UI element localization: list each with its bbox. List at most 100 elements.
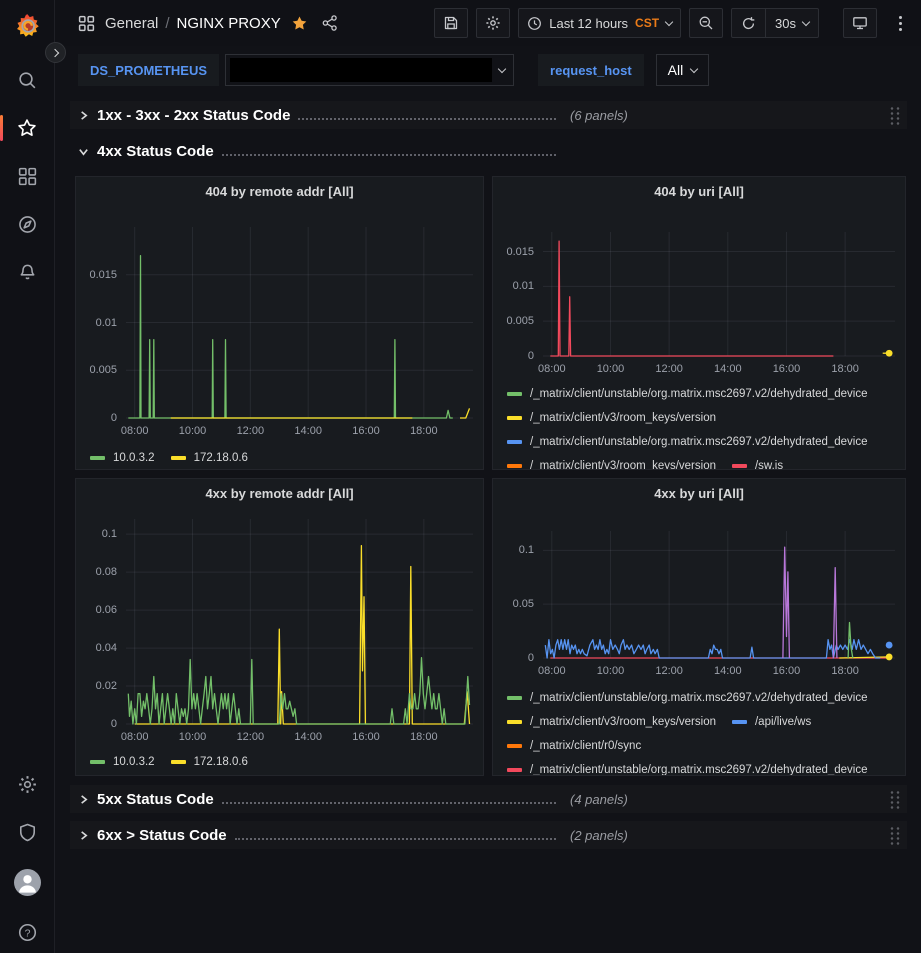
legend-item[interactable]: /api/live/ws bbox=[732, 713, 811, 730]
panel-title[interactable]: 4xx by remote addr [All] bbox=[76, 479, 483, 507]
row-title: 6xx > Status Code bbox=[97, 827, 227, 844]
sidebar-expand-button[interactable] bbox=[45, 42, 66, 63]
star-icon bbox=[16, 117, 38, 139]
legend-item[interactable]: 10.0.3.2 bbox=[90, 449, 155, 466]
refresh-interval-picker[interactable]: 30s bbox=[765, 9, 818, 37]
timezone-label: CST bbox=[635, 16, 659, 30]
legend-swatch bbox=[507, 720, 522, 724]
legend-label: /sw.js bbox=[755, 460, 783, 470]
sidebar-item-configuration[interactable] bbox=[7, 769, 47, 799]
chevron-right-icon bbox=[50, 48, 58, 56]
top-navbar: General / NGINX PROXY bbox=[55, 0, 921, 46]
sidebar-item-search[interactable] bbox=[7, 65, 47, 95]
panel-4xx-by-uri: 4xx by uri [All] 00.050.108:0010:0012:00… bbox=[492, 478, 906, 776]
legend-item[interactable]: /_matrix/client/unstable/org.matrix.msc2… bbox=[507, 761, 868, 775]
y-axis-tick-label: 0.05 bbox=[493, 598, 534, 610]
legend-swatch bbox=[171, 760, 186, 764]
legend-item[interactable]: /_matrix/client/v3/room_keys/version bbox=[507, 457, 716, 469]
row-drag-handle[interactable] bbox=[889, 790, 901, 809]
legend-item[interactable]: 172.18.0.6 bbox=[171, 753, 248, 770]
sidebar-item-explore[interactable] bbox=[7, 209, 47, 239]
legend-item[interactable]: /_matrix/client/v3/room_keys/version bbox=[507, 409, 716, 426]
row-header-5xx[interactable]: 5xx Status Code (4 panels) bbox=[70, 785, 907, 813]
sidebar-item-starred[interactable] bbox=[7, 113, 47, 143]
gear-icon bbox=[485, 15, 501, 31]
row-panel-count: (6 panels) bbox=[570, 108, 628, 123]
sidebar-item-server-admin[interactable] bbox=[7, 817, 47, 847]
sidebar-item-alerting[interactable] bbox=[7, 257, 47, 287]
y-axis-tick-label: 0 bbox=[493, 350, 534, 362]
chevron-down-icon bbox=[802, 17, 810, 25]
zoom-out-time-button[interactable] bbox=[689, 8, 723, 38]
more-options-kebab-button[interactable] bbox=[891, 8, 909, 38]
panel-chart[interactable]: 00.0050.010.01508:0010:0012:0014:0016:00… bbox=[493, 205, 905, 379]
panel-legend: /_matrix/client/unstable/org.matrix.msc2… bbox=[493, 379, 905, 469]
legend-label: /api/live/ws bbox=[755, 716, 811, 728]
row-panel-count: (4 panels) bbox=[570, 792, 628, 807]
breadcrumb-dashboard-title[interactable]: NGINX PROXY bbox=[177, 15, 281, 32]
legend-item[interactable]: 172.18.0.6 bbox=[171, 449, 248, 466]
legend-item[interactable]: /_matrix/client/v3/room_keys/version bbox=[507, 713, 716, 730]
row-dotted-leader bbox=[222, 802, 556, 804]
variable-value-label: All bbox=[668, 62, 684, 78]
variable-value-dropdown-request-host[interactable]: All bbox=[656, 54, 710, 86]
chevron-down-icon bbox=[690, 64, 698, 72]
chevron-right-icon bbox=[78, 110, 89, 121]
dashboard-settings-button[interactable] bbox=[476, 8, 510, 38]
row-header-1xx-3xx-2xx[interactable]: 1xx - 3xx - 2xx Status Code (6 panels) bbox=[70, 101, 907, 129]
monitor-icon bbox=[852, 15, 868, 31]
share-button[interactable] bbox=[322, 15, 338, 31]
panel-chart[interactable]: 00.0050.010.01508:0010:0012:0014:0016:00… bbox=[76, 205, 483, 443]
variable-value-dropdown-ds[interactable] bbox=[225, 54, 514, 86]
refresh-icon bbox=[741, 16, 756, 31]
legend-label: /_matrix/client/v3/room_keys/version bbox=[530, 716, 716, 728]
dashboards-grid-icon bbox=[17, 166, 38, 187]
y-axis-tick-label: 0 bbox=[76, 412, 117, 424]
zoom-out-icon bbox=[698, 15, 714, 31]
legend-item[interactable]: /sw.js bbox=[732, 457, 783, 469]
sidebar-item-profile[interactable] bbox=[7, 867, 47, 897]
y-axis-tick-label: 0.015 bbox=[76, 269, 117, 281]
panel-title[interactable]: 4xx by uri [All] bbox=[493, 479, 905, 507]
refresh-dashboard-button[interactable] bbox=[732, 9, 765, 37]
save-dashboard-button[interactable] bbox=[434, 8, 468, 38]
favorite-star-button[interactable] bbox=[291, 15, 308, 32]
x-axis-tick-label: 12:00 bbox=[225, 425, 275, 437]
y-axis-tick-label: 0.1 bbox=[493, 544, 534, 556]
legend-item[interactable]: /_matrix/client/unstable/org.matrix.msc2… bbox=[507, 433, 868, 450]
x-axis-tick-label: 08:00 bbox=[527, 665, 577, 677]
legend-item[interactable]: /_matrix/client/unstable/org.matrix.msc2… bbox=[507, 385, 868, 402]
legend-item[interactable]: /_matrix/client/r0/sync bbox=[507, 737, 641, 754]
x-axis-tick-label: 14:00 bbox=[703, 665, 753, 677]
legend-label: /_matrix/client/unstable/org.matrix.msc2… bbox=[530, 388, 868, 400]
panel-title[interactable]: 404 by uri [All] bbox=[493, 177, 905, 205]
legend-item[interactable]: /_matrix/client/unstable/org.matrix.msc2… bbox=[507, 689, 868, 706]
panel-chart[interactable]: 00.050.108:0010:0012:0014:0016:0018:00 bbox=[493, 507, 905, 683]
row-header-6xx[interactable]: 6xx > Status Code (2 panels) bbox=[70, 821, 907, 849]
row-header-4xx[interactable]: 4xx Status Code bbox=[70, 137, 907, 165]
y-axis-tick-label: 0.005 bbox=[76, 364, 117, 376]
legend-label: /_matrix/client/unstable/org.matrix.msc2… bbox=[530, 692, 868, 704]
x-axis-tick-label: 12:00 bbox=[644, 665, 694, 677]
dashboard-content: 1xx - 3xx - 2xx Status Code (6 panels) 4… bbox=[55, 94, 921, 849]
share-icon bbox=[322, 15, 338, 31]
legend-label: /_matrix/client/v3/room_keys/version bbox=[530, 460, 716, 470]
legend-label: 10.0.3.2 bbox=[113, 452, 155, 464]
grafana-logo[interactable] bbox=[7, 9, 47, 41]
time-range-picker[interactable]: Last 12 hours CST bbox=[518, 8, 681, 38]
sidebar-item-help[interactable]: ? bbox=[7, 917, 47, 947]
legend-swatch bbox=[507, 464, 522, 468]
sidebar: ? bbox=[0, 0, 55, 953]
panel-chart[interactable]: 00.020.040.060.080.108:0010:0012:0014:00… bbox=[76, 507, 483, 747]
row-drag-handle[interactable] bbox=[889, 106, 901, 125]
panel-404-by-uri: 404 by uri [All] 00.0050.010.01508:0010:… bbox=[492, 176, 906, 470]
breadcrumb-folder[interactable]: General bbox=[105, 15, 158, 32]
panel-title[interactable]: 404 by remote addr [All] bbox=[76, 177, 483, 205]
cycle-view-mode-button[interactable] bbox=[843, 8, 877, 38]
legend-swatch bbox=[507, 768, 522, 772]
sidebar-item-dashboards[interactable] bbox=[7, 161, 47, 191]
legend-item[interactable]: 10.0.3.2 bbox=[90, 753, 155, 770]
x-axis-tick-label: 08:00 bbox=[527, 363, 577, 375]
row-drag-handle[interactable] bbox=[889, 826, 901, 845]
grafana-logo-icon bbox=[14, 12, 41, 39]
